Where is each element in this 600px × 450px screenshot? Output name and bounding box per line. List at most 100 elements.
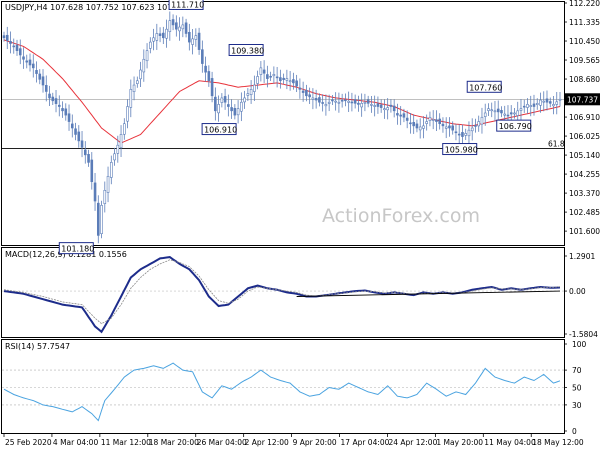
- candle-body: [106, 176, 110, 193]
- candle-body: [428, 116, 432, 121]
- candle-body: [461, 132, 464, 137]
- candle-body: [282, 77, 285, 80]
- candle-body: [279, 77, 282, 82]
- candle-body: [9, 41, 12, 44]
- candle-body: [399, 114, 402, 117]
- candle-body: [324, 104, 328, 107]
- candle-body: [272, 74, 276, 77]
- candle-body: [113, 153, 116, 161]
- rsi-tick-label: 30: [572, 401, 582, 410]
- candle-body: [483, 112, 487, 117]
- candle-body: [389, 104, 393, 107]
- x-tick-label: 24 Apr 12:00: [388, 438, 437, 447]
- macd-panel: 1.2901 0.00 -1.5804: [2, 252, 598, 339]
- x-tick-label: 2 Apr 12:00: [245, 438, 289, 447]
- candle-body: [305, 90, 308, 97]
- candle-body: [353, 99, 357, 104]
- candle-body: [204, 65, 207, 73]
- candle-body: [249, 89, 253, 95]
- candle-body: [145, 50, 149, 62]
- candle-body: [149, 41, 152, 49]
- rsi-tick-label: 0: [572, 427, 577, 436]
- candle-body: [41, 76, 45, 86]
- candle-body: [18, 48, 22, 56]
- candle-body: [337, 101, 341, 104]
- fib-61-8-label: 61.8: [548, 139, 565, 148]
- candle-body: [448, 125, 451, 129]
- candle-body: [77, 131, 81, 142]
- candle-body: [35, 70, 38, 74]
- candle-body: [48, 93, 51, 99]
- candle-body: [233, 108, 237, 116]
- candle-body: [545, 98, 549, 103]
- candle-body: [496, 108, 500, 113]
- candle-body: [532, 103, 536, 107]
- candle-body: [529, 105, 533, 107]
- candle-body: [100, 205, 103, 234]
- candle-body: [506, 114, 510, 117]
- candle-body: [243, 97, 246, 103]
- candle-body: [519, 108, 523, 111]
- candle-body: [327, 101, 331, 104]
- price-tick-label: 110.450: [569, 37, 600, 46]
- price-tick-label: 108.680: [569, 75, 600, 84]
- candle-body: [194, 35, 198, 40]
- annotation-label: 107.760: [469, 83, 502, 92]
- x-tick-label: 18 May 12:00: [532, 438, 584, 447]
- candle-body: [15, 44, 19, 51]
- candle-body: [171, 19, 175, 26]
- candle-body: [181, 24, 185, 30]
- candle-body: [376, 103, 380, 107]
- candle-body: [188, 31, 191, 43]
- rsi-tick-label: 100: [572, 340, 587, 349]
- candle-body: [61, 108, 64, 112]
- candle-body: [370, 104, 373, 106]
- candle-body: [259, 67, 263, 75]
- candle-body: [558, 98, 562, 101]
- candle-body: [70, 123, 74, 129]
- candle-body: [162, 32, 165, 39]
- rsi-tick-label: 50: [572, 384, 582, 393]
- candle-body: [357, 102, 360, 105]
- candle-body: [230, 107, 233, 112]
- candle-body: [266, 74, 269, 79]
- candle-body: [54, 98, 58, 104]
- price-tick-label: 112.220: [569, 0, 600, 8]
- candle-body: [214, 96, 217, 112]
- candle-body: [422, 125, 425, 129]
- price-tick-label: 106.025: [569, 132, 600, 141]
- price-tick-label: 111.335: [569, 18, 600, 27]
- candle-body: [201, 49, 204, 64]
- macd-tick-label: 0.00: [569, 287, 586, 296]
- candle-body: [522, 105, 526, 108]
- x-tick-label: 4 Mar 04:00: [53, 438, 99, 447]
- candle-body: [509, 112, 513, 115]
- candle-body: [464, 133, 468, 136]
- candle-body: [253, 84, 256, 92]
- candle-body: [44, 85, 48, 92]
- candle-body: [74, 128, 77, 135]
- annotation-label: 106.910: [204, 126, 237, 135]
- price-tick-label: 109.565: [569, 56, 600, 65]
- candle-body: [548, 101, 552, 104]
- candle-body: [373, 105, 376, 107]
- candle-body: [152, 37, 155, 42]
- candle-body: [269, 75, 272, 78]
- candle-body: [12, 45, 16, 48]
- x-tick-label: 11 Mar 12:00: [101, 438, 151, 447]
- candle-body: [25, 60, 29, 63]
- candle-body: [344, 99, 347, 102]
- candle-body: [474, 125, 477, 127]
- price-axis: 112.220 111.335 110.450 109.565 108.680 107.7…: [564, 0, 600, 236]
- candle-body: [93, 182, 97, 202]
- candle-body: [363, 101, 367, 104]
- candle-body: [477, 121, 481, 127]
- annotation-label: 105.980: [445, 146, 478, 155]
- candle-body: [415, 123, 419, 129]
- candle-body: [139, 69, 142, 80]
- candle-body: [383, 108, 386, 111]
- candle-body: [425, 121, 428, 124]
- candle-body: [298, 87, 302, 90]
- candle-body: [109, 162, 113, 178]
- macd-line: [3, 256, 561, 334]
